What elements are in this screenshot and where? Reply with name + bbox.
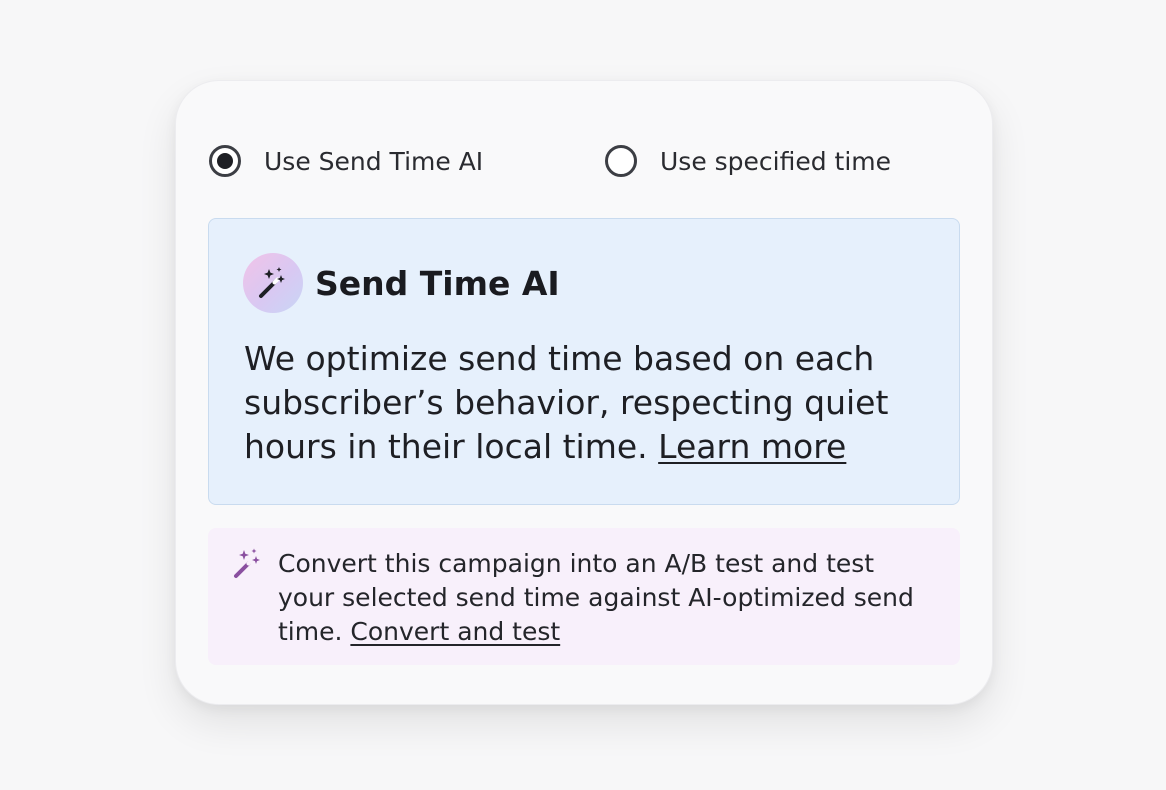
- info-description: We optimize send time based on each subs…: [244, 337, 944, 469]
- convert-and-test-link[interactable]: Convert and test: [350, 617, 560, 646]
- send-time-card: Use Send Time AI Use specified time Send…: [175, 80, 993, 705]
- page-background: Use Send Time AI Use specified time Send…: [0, 0, 1166, 790]
- magic-wand-sparkles-icon: [232, 548, 264, 580]
- ab-test-promo-banner: Convert this campaign into an A/B test a…: [208, 528, 960, 665]
- magic-wand-sparkles-icon: [243, 253, 303, 313]
- specified-time-radio[interactable]: [605, 145, 637, 177]
- send-time-ai-label: Use Send Time AI: [264, 146, 484, 176]
- send-time-ai-info-panel: Send Time AI We optimize send time based…: [208, 218, 960, 505]
- send-time-ai-option[interactable]: Use Send Time AI: [209, 139, 483, 183]
- send-time-radio-group: Use Send Time AI Use specified time: [176, 139, 992, 183]
- specified-time-option[interactable]: Use specified time: [605, 139, 891, 183]
- info-title: Send Time AI: [315, 263, 560, 303]
- radio-selected-dot: [217, 153, 233, 169]
- send-time-ai-radio[interactable]: [209, 145, 241, 177]
- specified-time-label: Use specified time: [660, 146, 892, 176]
- promo-description: Convert this campaign into an A/B test a…: [278, 547, 928, 649]
- learn-more-link[interactable]: Learn more: [658, 427, 846, 466]
- info-header: Send Time AI: [243, 253, 560, 313]
